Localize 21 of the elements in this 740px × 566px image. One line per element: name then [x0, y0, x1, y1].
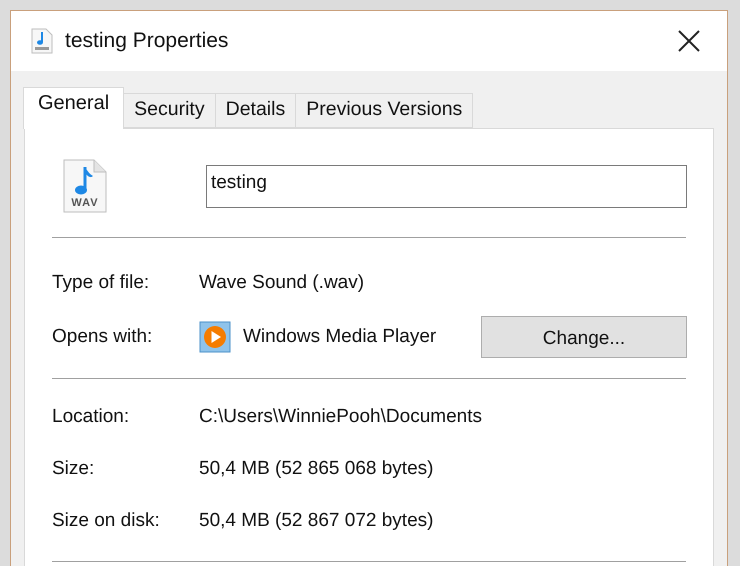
tab[interactable]: General: [23, 87, 124, 129]
property-value: 50,4 MB (52 867 072 bytes): [199, 510, 434, 532]
property-value: Windows Media Player: [243, 326, 436, 348]
property-label: Opens with:: [52, 326, 154, 348]
property-value: 50,4 MB (52 865 068 bytes): [199, 458, 434, 480]
wav-file-icon: WAV: [62, 159, 108, 213]
property-label: Location:: [52, 406, 130, 428]
tab[interactable]: Security: [123, 93, 216, 128]
tab[interactable]: Details: [214, 93, 296, 128]
tab[interactable]: Previous Versions: [295, 93, 474, 128]
file-name-field[interactable]: testing: [206, 164, 687, 208]
play-icon: [199, 321, 231, 353]
property-value: C:\Users\WinniePooh\Documents: [199, 406, 482, 428]
close-icon: [677, 29, 701, 53]
property-label: Type of file:: [52, 272, 150, 294]
property-label: Size on disk:: [52, 510, 161, 532]
property-value: Wave Sound (.wav): [199, 272, 364, 294]
window-title: testing Properties: [65, 29, 230, 53]
change-button[interactable]: Change...: [481, 316, 687, 358]
audio-file-icon: [31, 28, 53, 54]
property-label: Size:: [52, 458, 96, 480]
